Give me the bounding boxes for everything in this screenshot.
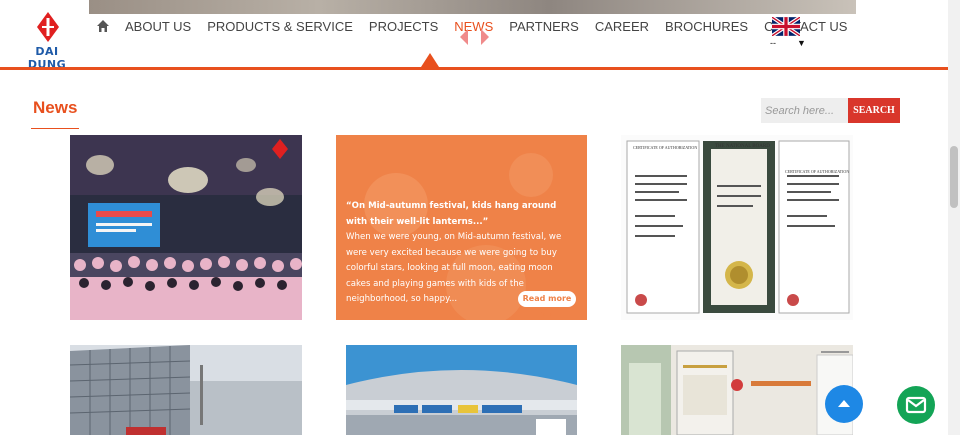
nav-career[interactable]: CAREER xyxy=(595,19,649,34)
read-more-button[interactable]: Read more >> xyxy=(518,291,576,319)
scrollbar-thumb[interactable] xyxy=(950,146,958,208)
certificate-heading-left: CERTIFICATE OF AUTHORIZATION xyxy=(633,145,697,150)
news-card-equipment[interactable] xyxy=(621,345,853,435)
certificate-heading-right: CERTIFICATE OF AUTHORIZATION xyxy=(785,169,849,174)
caret-down-icon: ▼ xyxy=(797,38,806,48)
page-scrollbar[interactable] xyxy=(948,0,960,435)
mail-icon xyxy=(905,396,927,414)
scroll-to-top-button[interactable] xyxy=(825,385,863,423)
header-divider xyxy=(0,67,948,70)
news-card-building[interactable] xyxy=(70,345,302,435)
home-icon[interactable] xyxy=(96,19,110,33)
contact-mail-button[interactable] xyxy=(897,386,935,424)
news-card-mid-autumn[interactable]: “On Mid-autumn festival, kids hang aroun… xyxy=(336,135,587,320)
nav-projects[interactable]: PROJECTS xyxy=(369,19,438,34)
page-title: News xyxy=(33,98,78,117)
news-card-certificates[interactable]: THE NATIONAL BOARD CERTIFICATE OF AUTHOR… xyxy=(621,135,853,320)
language-value: -- xyxy=(770,38,776,48)
arrow-up-icon xyxy=(838,400,850,407)
title-underline xyxy=(31,128,79,129)
slider-arrows-icon[interactable] xyxy=(459,28,491,46)
nav-partners[interactable]: PARTNERS xyxy=(509,19,579,34)
certificate-heading-center: THE NATIONAL BOARD xyxy=(715,144,770,149)
building-photo xyxy=(70,345,302,435)
news-card-exhibition[interactable] xyxy=(346,345,577,435)
conference-photo xyxy=(70,135,302,320)
search-button[interactable]: SEARCH xyxy=(848,98,900,123)
equipment-photo xyxy=(621,345,853,435)
certificates-photo: THE NATIONAL BOARD CERTIFICATE OF AUTHOR… xyxy=(621,135,853,320)
logo[interactable]: DAI DUNG xyxy=(17,12,77,71)
top-banner-strip xyxy=(89,0,856,14)
language-select[interactable]: -- ▼ xyxy=(770,38,806,48)
logo-mark-icon xyxy=(37,12,59,42)
news-card-conference[interactable] xyxy=(70,135,302,320)
news-card-title: “On Mid-autumn festival, kids hang aroun… xyxy=(346,201,557,227)
search-input[interactable] xyxy=(761,98,848,123)
nav-about-us[interactable]: ABOUT US xyxy=(125,19,191,34)
nav-brochures[interactable]: BROCHURES xyxy=(665,19,748,34)
nav-products-service[interactable]: PRODUCTS & SERVICE xyxy=(207,19,353,34)
exhibition-photo xyxy=(346,345,577,435)
uk-flag-icon[interactable] xyxy=(772,17,800,36)
search-form: SEARCH xyxy=(761,98,900,123)
active-nav-pointer xyxy=(421,53,439,67)
